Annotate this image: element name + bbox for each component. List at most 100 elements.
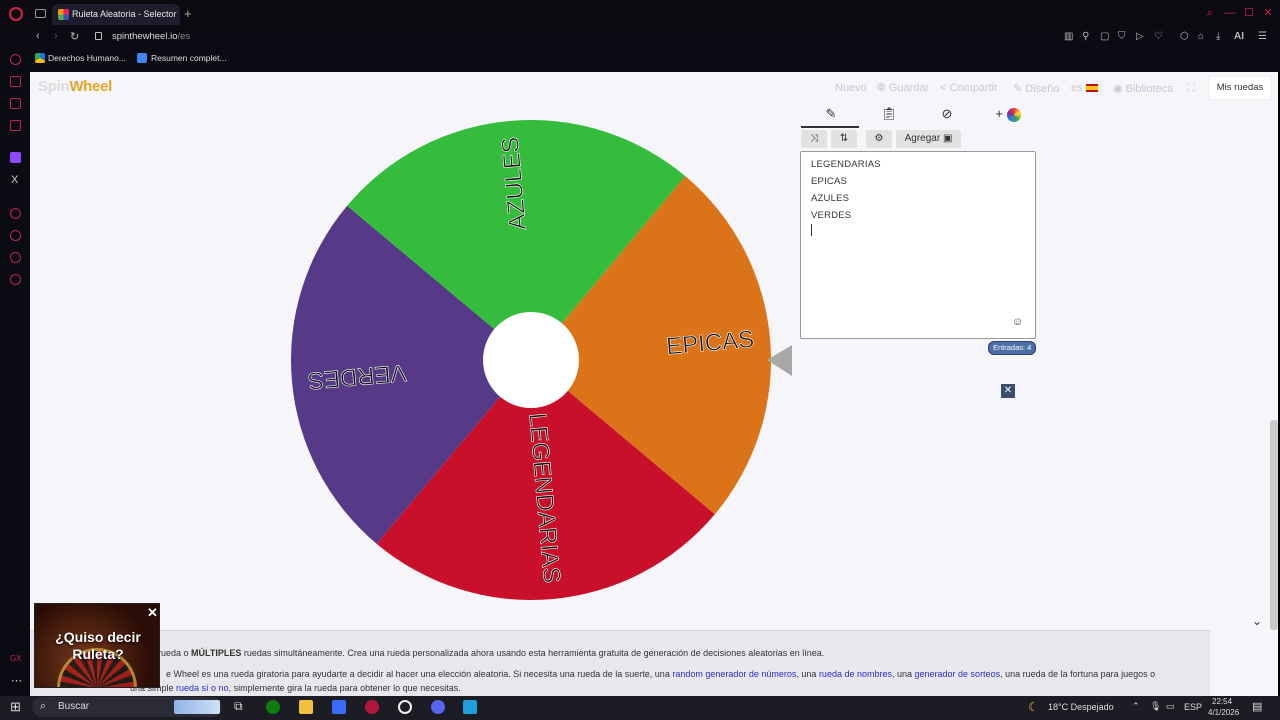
sidebar-toggle-icon[interactable]: ▥ — [1064, 31, 1073, 42]
wheel[interactable]: EPICASLEGENDARIASVERDESAZULES — [30, 72, 830, 632]
sidebar-feed-icon[interactable] — [10, 252, 21, 263]
notifications-icon[interactable]: ▤ — [1252, 700, 1262, 713]
opera-logo-icon[interactable] — [9, 7, 23, 21]
sidebar-settings-icon[interactable] — [10, 274, 21, 285]
wallet-icon[interactable]: ⌂ — [1198, 31, 1204, 42]
gx-corner-icon[interactable]: GX — [10, 654, 22, 663]
entries-count-badge: Entradas: 4 — [988, 341, 1037, 355]
entry-line: AZULES — [811, 193, 850, 204]
tray-chevron-icon[interactable]: ⌃ — [1132, 701, 1140, 712]
link-name-wheel[interactable]: rueda de nombres — [819, 669, 892, 679]
sort-icon: ⇅ — [839, 133, 849, 144]
roulette-popup[interactable]: ¿Quiso decir Ruleta? ✕ — [34, 603, 160, 688]
chevron-down-icon[interactable]: ⌄ — [1252, 614, 1262, 628]
sidebar-chat-icon[interactable] — [10, 98, 21, 109]
browser-sidebar — [0, 48, 30, 696]
network-icon[interactable]: ▭ — [1166, 701, 1175, 712]
emoji-icon[interactable]: ☺ — [1012, 316, 1023, 328]
sort-button[interactable]: ⇅ — [831, 130, 857, 148]
sidebar-more-icon[interactable]: ⋯ — [11, 674, 22, 687]
scrollbar[interactable] — [1270, 420, 1278, 630]
mic-icon[interactable]: 🎙︎ — [1150, 701, 1161, 712]
nav-guardar[interactable]: ⦾ Guardar — [877, 82, 929, 95]
file-explorer-icon[interactable] — [299, 700, 313, 714]
mis-ruedas-button[interactable]: Mis ruedas — [1208, 76, 1272, 100]
fullscreen-icon[interactable]: ⛶ — [1187, 82, 1195, 95]
shuffle-button[interactable]: ⤨ — [801, 130, 827, 148]
app-f-icon[interactable] — [463, 700, 477, 714]
add-image-button[interactable]: Agregar ▣ — [896, 130, 961, 148]
active-tab[interactable]: Ruleta Aleatoria - Selector — [52, 4, 180, 25]
spain-flag-icon — [1085, 84, 1098, 93]
pin-icon[interactable]: ⚲ — [1082, 31, 1089, 42]
description-line-3: una simple rueda sí o no, simplemente gi… — [130, 683, 461, 693]
sidebar-history-icon[interactable] — [10, 54, 21, 65]
x-twitter-icon[interactable]: X — [11, 174, 18, 186]
task-view-icon[interactable]: ⧉ — [234, 699, 243, 714]
settings-button[interactable]: ⚙ — [866, 130, 892, 148]
bookmark-1[interactable]: Derechos Humano... — [48, 53, 126, 63]
discord-icon[interactable] — [431, 700, 445, 714]
tab-hidden[interactable]: ⊘ — [936, 106, 958, 126]
tab-title: Ruleta Aleatoria - Selector — [72, 9, 177, 19]
nav-biblioteca[interactable]: ◉ Biblioteca — [1113, 82, 1173, 95]
language-indicator[interactable]: ESP — [1184, 702, 1202, 712]
nav-nuevo[interactable]: Nuevo — [835, 82, 867, 94]
tab-results[interactable]: 📋︎ — [878, 106, 900, 126]
clock-time[interactable]: 22:54 — [1212, 697, 1232, 706]
clock-date[interactable]: 4/1/2026 — [1208, 708, 1239, 717]
close-window-button[interactable]: ✕ — [1262, 7, 1274, 19]
bookmark-2[interactable]: Resumen complet... — [151, 53, 227, 63]
close-icon[interactable]: ✕ — [1001, 384, 1015, 398]
snapshot-icon[interactable]: ▢ — [1100, 31, 1109, 42]
xbox-icon[interactable] — [266, 700, 280, 714]
menu-icon[interactable]: ☰ — [1258, 31, 1267, 42]
extensions-icon[interactable]: ⬡ — [1180, 31, 1189, 42]
opera-gx-icon[interactable] — [365, 700, 379, 714]
aria-ai-icon[interactable]: AI — [1234, 31, 1244, 42]
heart-icon[interactable]: ♡ — [1154, 31, 1163, 42]
back-icon[interactable]: ‹ — [36, 30, 40, 42]
maximize-button[interactable]: ☐ — [1243, 7, 1255, 19]
language-selector[interactable]: es — [1071, 82, 1098, 94]
link-random-number[interactable]: random generador de números — [672, 669, 796, 679]
url-field[interactable]: spinthewheel.io/es — [112, 31, 190, 42]
tab-add-wheel[interactable]: + — [988, 106, 1028, 126]
save-icon: ⦾ — [877, 82, 889, 94]
link-raffle[interactable]: generador de sorteos — [915, 669, 1001, 679]
forward-icon[interactable]: › — [54, 30, 58, 42]
shuffle-icon: ⤨ — [810, 133, 818, 144]
shield-icon[interactable]: ⛉ — [1118, 31, 1126, 42]
search-tabs-icon[interactable]: ⌕ — [1204, 7, 1216, 19]
lock-icon — [95, 32, 102, 40]
download-icon[interactable]: ⤓ — [1216, 31, 1220, 42]
minimize-button[interactable]: — — [1224, 7, 1236, 19]
entries-textarea[interactable]: LEGENDARIAS EPICAS AZULES VERDES — [800, 151, 1036, 339]
tab-edit-entries[interactable]: ✎ — [820, 106, 842, 126]
nav-compartir[interactable]: < Compartir — [940, 82, 998, 94]
app-icon[interactable] — [332, 700, 346, 714]
sidebar-mail-icon[interactable] — [10, 120, 21, 131]
windows-start-icon[interactable]: ⊞ — [10, 699, 21, 715]
search-icon: ⌕ — [40, 700, 47, 712]
steam-icon[interactable] — [398, 700, 412, 714]
entry-line: VERDES — [811, 210, 852, 221]
weather-text[interactable]: 18°C Despejado — [1048, 702, 1114, 712]
entry-line: EPICAS — [811, 176, 848, 187]
description-section: rueda o MÚLTIPLES ruedas simultáneamente… — [30, 630, 1210, 696]
nav-diseno[interactable]: ✎ Diseño — [1013, 82, 1060, 95]
page-content: SpinWheel Nuevo ⦾ Guardar < Compartir ✎ … — [30, 72, 1278, 696]
sidebar-messenger-icon[interactable] — [10, 76, 21, 87]
drive-icon — [35, 53, 45, 63]
wheel-center-button[interactable] — [483, 312, 579, 408]
new-tab-button[interactable]: + — [184, 6, 192, 21]
taskbar-search-text: Buscar — [58, 701, 90, 712]
play-icon[interactable]: ▷ — [1136, 31, 1144, 42]
popup-close-icon[interactable]: ✕ — [147, 605, 158, 621]
reload-icon[interactable]: ↻ — [70, 30, 79, 43]
tab-islands-icon[interactable] — [35, 9, 46, 18]
sidebar-clock-icon[interactable] — [10, 230, 21, 241]
link-yes-no[interactable]: rueda sí o no — [176, 683, 229, 693]
twitch-icon[interactable] — [10, 152, 21, 163]
sidebar-player-icon[interactable] — [10, 208, 21, 219]
